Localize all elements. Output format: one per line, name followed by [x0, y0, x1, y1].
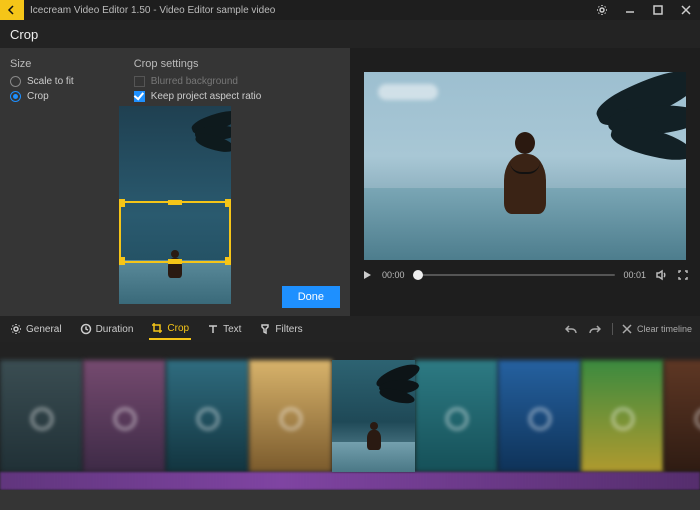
clip-tabs: General Duration Crop Text Filters Clear… [0, 316, 700, 342]
crop-rectangle[interactable] [119, 201, 231, 263]
redo-icon [589, 323, 601, 335]
crop-handle-tl[interactable] [119, 199, 125, 207]
radio-icon [10, 91, 21, 102]
tab-label: Duration [96, 324, 134, 335]
crop-handle-tr[interactable] [225, 199, 231, 207]
timeline-audio-track[interactable] [0, 472, 700, 490]
checkbox-icon [134, 76, 145, 87]
size-heading: Size [10, 58, 74, 70]
minimize-icon [624, 4, 636, 16]
tab-duration[interactable]: Duration [78, 319, 136, 339]
window-title: Icecream Video Editor 1.50 - Video Edito… [30, 5, 588, 16]
crop-settings-heading: Crop settings [134, 58, 262, 70]
redo-button[interactable] [588, 322, 602, 336]
text-icon [207, 323, 219, 335]
filters-icon [259, 323, 271, 335]
fullscreen-icon [677, 269, 689, 281]
timeline-clip[interactable] [166, 360, 249, 472]
close-button[interactable] [672, 0, 700, 20]
arrow-left-icon [6, 4, 18, 16]
tab-text[interactable]: Text [205, 319, 243, 339]
crop-settings-panel: Size Scale to fit Crop Crop settings Blu… [0, 48, 350, 316]
clock-icon [80, 323, 92, 335]
radio-scale-to-fit[interactable]: Scale to fit [10, 76, 74, 87]
timeline-clip[interactable] [249, 360, 332, 472]
timeline-track[interactable] [0, 360, 700, 472]
radio-label: Scale to fit [27, 76, 74, 87]
gear-icon [596, 4, 608, 16]
tab-label: Text [223, 324, 241, 335]
undo-icon [565, 323, 577, 335]
timeline-clip[interactable] [581, 360, 664, 472]
timeline-clip[interactable] [415, 360, 498, 472]
title-bar: Icecream Video Editor 1.50 - Video Edito… [0, 0, 700, 20]
seek-knob[interactable] [413, 270, 423, 280]
timeline-clip[interactable] [498, 360, 581, 472]
play-icon [361, 269, 373, 281]
crop-canvas[interactable] [119, 106, 231, 304]
done-button[interactable]: Done [282, 286, 340, 308]
close-icon [621, 323, 633, 335]
gear-icon [10, 323, 22, 335]
player-controls: 00:00 00:01 [350, 260, 700, 290]
time-total: 00:01 [623, 270, 646, 280]
clear-timeline-button[interactable]: Clear timeline [612, 323, 692, 335]
settings-button[interactable] [588, 0, 616, 20]
person-graphic [504, 154, 546, 214]
timeline-clip[interactable] [0, 360, 83, 472]
seek-slider[interactable] [413, 274, 616, 276]
palm-graphic [171, 106, 231, 166]
tab-crop[interactable]: Crop [149, 318, 191, 340]
maximize-icon [652, 4, 664, 16]
crop-handle-bl[interactable] [119, 257, 125, 265]
tab-label: General [26, 324, 62, 335]
time-current: 00:00 [382, 270, 405, 280]
timeline-ruler[interactable] [0, 342, 700, 360]
page-heading: Crop [0, 20, 700, 48]
minimize-button[interactable] [616, 0, 644, 20]
clear-timeline-label: Clear timeline [637, 324, 692, 334]
tab-filters[interactable]: Filters [257, 319, 304, 339]
crop-handle-br[interactable] [225, 257, 231, 265]
volume-icon [655, 269, 667, 281]
maximize-button[interactable] [644, 0, 672, 20]
crop-handle-t[interactable] [168, 200, 182, 205]
volume-button[interactable] [654, 268, 668, 282]
checkbox-blurred-background[interactable]: Blurred background [134, 76, 262, 87]
play-button[interactable] [360, 268, 374, 282]
preview-panel: 00:00 00:01 [350, 48, 700, 316]
fullscreen-button[interactable] [676, 268, 690, 282]
tab-label: Crop [167, 323, 189, 334]
timeline-clip[interactable] [83, 360, 166, 472]
back-button[interactable] [0, 0, 24, 20]
checkbox-keep-aspect-ratio[interactable]: Keep project aspect ratio [134, 91, 262, 102]
crop-handle-b[interactable] [168, 259, 182, 264]
timeline-clip[interactable] [664, 360, 700, 472]
palm-graphic [554, 72, 686, 204]
radio-label: Crop [27, 91, 49, 102]
checkbox-label: Keep project aspect ratio [151, 91, 262, 102]
tab-general[interactable]: General [8, 319, 64, 339]
timeline-clip-selected[interactable] [332, 360, 415, 472]
checkbox-icon [134, 91, 145, 102]
tab-label: Filters [275, 324, 302, 335]
preview-viewport [364, 72, 686, 260]
timeline[interactable] [0, 342, 700, 490]
radio-icon [10, 76, 21, 87]
radio-crop[interactable]: Crop [10, 91, 74, 102]
crop-icon [151, 322, 163, 334]
checkbox-label: Blurred background [151, 76, 238, 87]
undo-button[interactable] [564, 322, 578, 336]
close-icon [680, 4, 692, 16]
